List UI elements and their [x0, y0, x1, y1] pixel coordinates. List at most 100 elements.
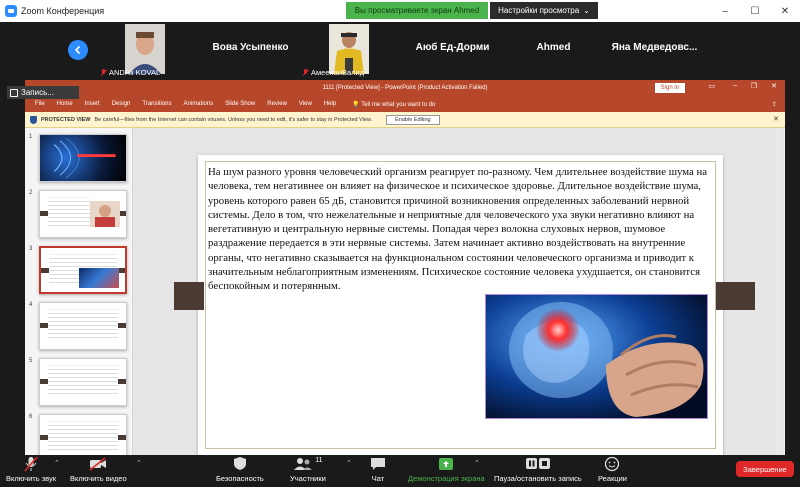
- participant-tile[interactable]: ANDRii KOVAL: [98, 22, 201, 78]
- participant-name: Вова Усыпенко: [212, 42, 289, 53]
- previous-page-button[interactable]: [68, 40, 88, 60]
- slide-thumbnails-panel: 1 2 3 4 5 6: [25, 128, 133, 455]
- ppt-close-button[interactable]: ✕: [771, 82, 777, 90]
- mic-off-icon: [24, 455, 38, 472]
- mute-button[interactable]: Включить звук: [6, 455, 56, 487]
- participant-name: ANDRii KOVAL: [109, 68, 161, 77]
- participants-icon: 11: [293, 455, 323, 472]
- thumbnail-preview: [39, 358, 127, 406]
- slide-thumbnail[interactable]: 4: [29, 302, 129, 352]
- chevron-up-icon[interactable]: ⌃: [346, 459, 352, 467]
- window-title: Zoom Конференция: [21, 6, 105, 16]
- pause-stop-label: Пауза/остановить запись: [494, 474, 582, 483]
- ppt-ribbon-tabs: File Home Insert Design Transitions Anim…: [25, 96, 785, 112]
- share-banner-text: Вы просматриваете экран Ahmed: [354, 6, 480, 15]
- view-options-label: Настройки просмотра: [498, 6, 580, 15]
- participant-name: Ahmed: [536, 42, 571, 53]
- thumbnail-preview: [39, 414, 127, 455]
- participant-label: АмеенаиВалид: [302, 68, 364, 77]
- participant-label: ANDRii KOVAL: [100, 68, 160, 77]
- ppt-titlebar: 1111 [Protected View] - PowerPoint (Prod…: [25, 80, 785, 96]
- thumbnail-number: 1: [29, 134, 33, 140]
- participants-button[interactable]: 11 Участники: [290, 455, 326, 487]
- participant-tile[interactable]: Яна Медведовс...: [603, 22, 706, 78]
- chevron-up-icon[interactable]: ⌃: [474, 459, 480, 467]
- shared-screen: 1111 [Protected View] - PowerPoint (Prod…: [25, 80, 785, 455]
- tell-me-box[interactable]: 💡 Tell me what you want to do: [352, 101, 435, 108]
- slide-thumbnail[interactable]: 6: [29, 414, 129, 455]
- participant-tile[interactable]: Ahmed: [502, 22, 605, 78]
- ppt-signin-button[interactable]: Sign in: [654, 83, 685, 93]
- close-icon[interactable]: ✕: [773, 115, 779, 123]
- participant-tile[interactable]: Аюб Ед-Дорми: [401, 22, 504, 78]
- smile-icon: [604, 455, 620, 472]
- ribbon-tab-transitions[interactable]: Transitions: [142, 101, 171, 107]
- lightbulb-icon: 💡: [352, 101, 360, 108]
- participant-video: [329, 24, 369, 74]
- share-icon[interactable]: ⇪: [772, 101, 777, 108]
- ribbon-tab-file[interactable]: File: [35, 101, 45, 107]
- recording-label: Запись...: [21, 88, 54, 97]
- ppt-maximize-button[interactable]: ❐: [751, 82, 757, 90]
- slide-thumbnail[interactable]: 5: [29, 358, 129, 408]
- participant-tile[interactable]: АмеенаиВалид: [300, 22, 403, 78]
- slide-thumbnail[interactable]: 2: [29, 190, 129, 240]
- participants-count: 11: [315, 457, 323, 464]
- mic-muted-icon: [302, 68, 309, 77]
- ribbon-tab-view[interactable]: View: [299, 101, 312, 107]
- chevron-up-icon[interactable]: ⌃: [136, 459, 142, 467]
- ribbon-tab-animations[interactable]: Animations: [184, 101, 214, 107]
- pause-stop-recording-button[interactable]: Пауза/остановить запись: [494, 455, 582, 487]
- minimize-button[interactable]: –: [710, 0, 740, 22]
- video-button[interactable]: Включить видео: [70, 455, 127, 487]
- slide-thumbnail-active[interactable]: 3: [29, 246, 129, 296]
- ribbon-tab-home[interactable]: Home: [57, 101, 73, 107]
- slide-decor-band: [715, 282, 755, 310]
- end-meeting-button[interactable]: Завершение: [736, 461, 794, 477]
- participants-label: Участники: [290, 474, 326, 483]
- thumbnail-preview: [39, 190, 127, 238]
- meeting-toolbar: Включить звук ⌃ Включить видео ⌃ Безопас…: [0, 455, 800, 487]
- ribbon-tab-review[interactable]: Review: [267, 101, 287, 107]
- ribbon-tab-help[interactable]: Help: [324, 101, 336, 107]
- security-label: Безопасность: [216, 474, 264, 483]
- security-button[interactable]: Безопасность: [216, 455, 264, 487]
- ribbon-tab-slideshow[interactable]: Slide Show: [225, 101, 255, 107]
- ppt-minimize-button[interactable]: –: [733, 82, 737, 89]
- window-titlebar: Zoom Конференция Вы просматриваете экран…: [0, 0, 800, 22]
- pause-stop-icons: [525, 455, 551, 472]
- ribbon-tab-insert[interactable]: Insert: [85, 101, 100, 107]
- view-options-button[interactable]: Настройки просмотра ⌄: [490, 2, 598, 19]
- chat-button[interactable]: Чат: [370, 455, 386, 487]
- participant-name: АмеенаиВалид: [311, 68, 365, 77]
- thumbnail-preview: [39, 302, 127, 350]
- recording-pause-icon: [10, 88, 18, 97]
- mute-label: Включить звук: [6, 474, 57, 483]
- ppt-ribbon-display-icon[interactable]: ▭: [708, 82, 715, 90]
- video-off-icon: [89, 455, 107, 472]
- recording-indicator[interactable]: Запись...: [7, 86, 79, 99]
- reactions-button[interactable]: Реакции: [598, 455, 627, 487]
- zoom-app-icon: [5, 5, 17, 17]
- thumbnail-number: 5: [29, 358, 33, 364]
- slide-body-text: На шум разного уровня человеческий орган…: [208, 166, 708, 293]
- chevron-up-icon[interactable]: ⌃: [54, 459, 60, 467]
- participant-tile[interactable]: Вова Усыпенко: [199, 22, 302, 78]
- participant-name: Аюб Ед-Дорми: [415, 42, 490, 53]
- thumbnail-preview: [39, 246, 127, 294]
- shield-icon: [30, 115, 37, 124]
- maximize-button[interactable]: ☐: [740, 0, 770, 22]
- vertical-scrollbar[interactable]: [778, 128, 784, 455]
- current-slide[interactable]: На шум разного уровня человеческий орган…: [174, 155, 755, 455]
- participant-video: [125, 24, 165, 74]
- share-screen-label: Демонстрация экрана: [408, 474, 485, 483]
- thumbnail-number: 3: [29, 246, 33, 252]
- end-meeting-label: Завершение: [743, 464, 787, 474]
- close-button[interactable]: ✕: [770, 0, 800, 22]
- slide-thumbnail[interactable]: 1: [29, 134, 129, 184]
- mic-muted-icon: [100, 68, 107, 77]
- thumbnail-number: 2: [29, 190, 33, 196]
- chevron-down-icon: ⌄: [583, 6, 590, 15]
- enable-editing-button[interactable]: Enable Editing: [386, 114, 440, 125]
- ribbon-tab-design[interactable]: Design: [112, 101, 131, 107]
